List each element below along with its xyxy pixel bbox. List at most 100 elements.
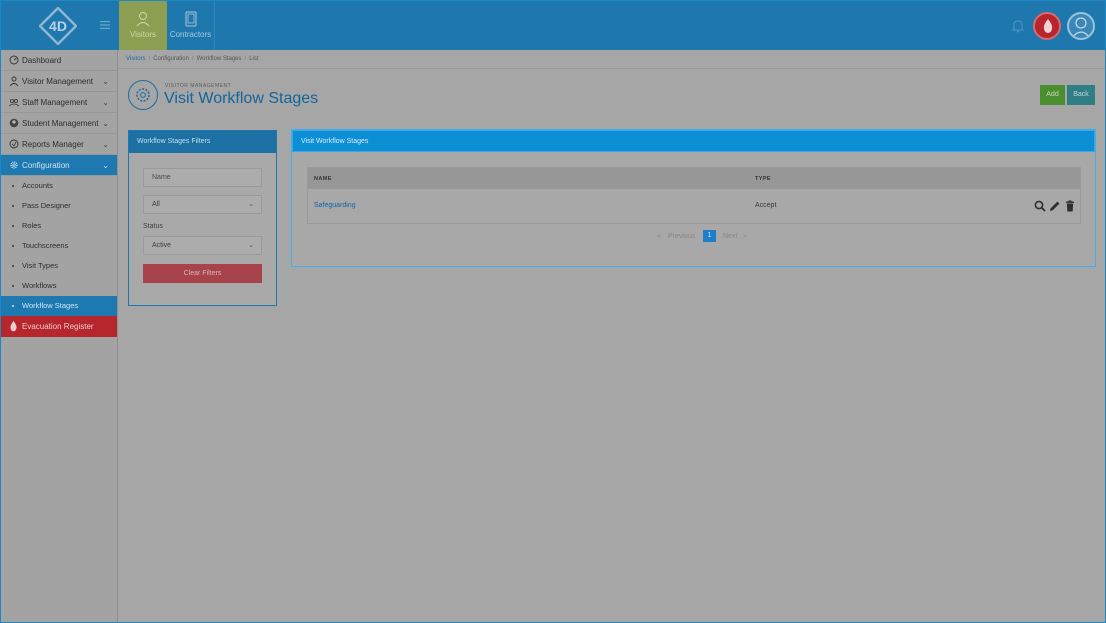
sidebar-sub-label: Roles — [22, 221, 42, 230]
sidebar-item-label: Student Management — [22, 119, 99, 128]
breadcrumb-separator: / — [148, 56, 151, 62]
sidebar-item-dashboard[interactable]: Dashboard — [1, 50, 117, 71]
reports-icon — [9, 139, 19, 149]
sidebar-sub-workflow-stages[interactable]: Workflow Stages — [1, 296, 117, 316]
logo-text: 4D — [49, 18, 67, 34]
sidebar-item-label: Reports Manager — [22, 140, 84, 149]
bullet-icon — [12, 265, 14, 267]
pager-next[interactable]: Next — [723, 233, 737, 240]
sidebar-item-visitor-management[interactable]: Visitor Management ⌄ — [1, 71, 117, 92]
sidebar-sub-label: Touchscreens — [22, 241, 69, 250]
dashboard-icon — [9, 55, 19, 65]
page-title: Visit Workflow Stages — [164, 90, 319, 107]
flame-icon — [10, 321, 17, 332]
sidebar-item-reports-manager[interactable]: Reports Manager ⌄ — [1, 134, 117, 155]
edit-pencil-icon[interactable] — [1049, 200, 1061, 212]
pager-next-arrow[interactable]: » — [743, 233, 747, 240]
sidebar: Dashboard Visitor Management ⌄ Staff Man… — [1, 50, 118, 622]
status-filter-label: Status — [143, 223, 163, 230]
evacuation-alert-button[interactable] — [1033, 12, 1061, 40]
user-icon — [1071, 17, 1091, 38]
sidebar-sub-label: Workflow Stages — [22, 301, 79, 310]
header-divider — [118, 68, 1105, 69]
student-icon — [9, 118, 19, 128]
bell-icon[interactable] — [1011, 18, 1025, 34]
type-filter-select[interactable]: All ⌄ — [143, 195, 262, 214]
chevron-down-icon: ⌄ — [102, 77, 109, 86]
pager-prev-arrow[interactable]: « — [657, 233, 661, 240]
chevron-down-icon: ⌄ — [102, 98, 109, 107]
status-filter-value: Active — [152, 242, 172, 249]
clear-filters-button[interactable]: Clear Filters — [143, 264, 262, 283]
tab-contractors[interactable]: Contractors — [167, 1, 215, 50]
sidebar-item-label: Evacuation Register — [22, 322, 94, 331]
page-gear-icon — [128, 80, 158, 110]
sidebar-item-label: Dashboard — [22, 56, 62, 65]
workflow-stages-panel: Visit Workflow Stages NAME TYPE Safeguar… — [291, 129, 1096, 267]
bullet-icon — [12, 185, 14, 187]
sidebar-sub-touchscreens[interactable]: Touchscreens — [1, 236, 117, 256]
visitor-icon — [9, 76, 19, 86]
tab-visitors[interactable]: Visitors — [119, 1, 167, 50]
pager-previous[interactable]: Previous — [668, 233, 695, 240]
sidebar-sub-accounts[interactable]: Accounts — [1, 176, 117, 196]
bullet-icon — [12, 245, 14, 247]
person-icon — [136, 12, 150, 27]
breadcrumb-configuration[interactable]: Configuration — [153, 56, 189, 62]
row-type: Accept — [755, 202, 777, 209]
sidebar-item-label: Configuration — [22, 161, 70, 170]
tab-visitors-label: Visitors — [129, 30, 157, 39]
row-name-link[interactable]: Safeguarding — [314, 202, 356, 209]
bullet-icon — [12, 205, 14, 207]
breadcrumb-workflow-stages[interactable]: Workflow Stages — [197, 56, 242, 62]
breadcrumb-visitors[interactable]: Visitors — [126, 56, 146, 62]
sidebar-sub-roles[interactable]: Roles — [1, 216, 117, 236]
logo[interactable]: 4D — [38, 6, 78, 46]
chevron-down-icon: ⌄ — [102, 140, 109, 149]
panel-title: Visit Workflow Stages — [292, 130, 1095, 152]
sidebar-item-student-management[interactable]: Student Management ⌄ — [1, 113, 117, 134]
sidebar-sub-label: Pass Designer — [22, 201, 71, 210]
menu-toggle-icon[interactable] — [100, 19, 112, 31]
tab-contractors-label: Contractors — [169, 30, 212, 39]
chevron-down-icon: ⌄ — [102, 119, 109, 128]
sidebar-sub-visit-types[interactable]: Visit Types — [1, 256, 117, 276]
sidebar-item-label: Staff Management — [22, 98, 88, 107]
name-filter-placeholder: Name — [152, 174, 171, 181]
breadcrumb-separator: / — [244, 56, 247, 62]
document-icon — [185, 11, 196, 27]
sidebar-sub-workflows[interactable]: Workflows — [1, 276, 117, 296]
user-avatar[interactable] — [1067, 12, 1095, 40]
table-row: Safeguarding Accept — [308, 189, 1080, 223]
chevron-down-icon: ⌄ — [248, 242, 254, 249]
sidebar-sub-pass-designer[interactable]: Pass Designer — [1, 196, 117, 216]
back-button[interactable]: Back — [1067, 85, 1095, 105]
page-subtitle: VISITOR MANAGEMENT — [165, 83, 232, 89]
bullet-icon — [12, 285, 14, 287]
flame-icon — [1043, 19, 1053, 33]
search-icon[interactable] — [1034, 200, 1046, 212]
add-button[interactable]: Add — [1040, 85, 1065, 105]
column-header-name[interactable]: NAME — [314, 176, 332, 182]
sidebar-sub-label: Visit Types — [22, 261, 58, 270]
workflow-stages-table: NAME TYPE Safeguarding Accept — [307, 167, 1081, 224]
sidebar-item-evacuation-register[interactable]: Evacuation Register — [1, 316, 117, 337]
breadcrumb: Visitors / Configuration / Workflow Stages / L… — [126, 56, 259, 62]
status-filter-select[interactable]: Active ⌄ — [143, 236, 262, 255]
bullet-icon — [12, 225, 14, 227]
trash-icon[interactable] — [1064, 200, 1076, 212]
filters-panel: Workflow Stages Filters Name All ⌄ Statu… — [128, 130, 277, 306]
sidebar-sub-label: Accounts — [22, 181, 53, 190]
gear-icon — [10, 161, 18, 169]
column-header-type[interactable]: TYPE — [755, 176, 771, 182]
breadcrumb-separator: / — [191, 56, 194, 62]
sidebar-item-staff-management[interactable]: Staff Management ⌄ — [1, 92, 117, 113]
staff-icon — [9, 99, 19, 107]
pager-current-page[interactable]: 1 — [703, 230, 716, 242]
table-header: NAME TYPE — [308, 168, 1080, 189]
breadcrumb-list: List — [249, 56, 259, 62]
name-filter-input[interactable]: Name — [143, 168, 262, 187]
sidebar-item-configuration[interactable]: Configuration ⌄ — [1, 155, 117, 176]
sidebar-item-label: Visitor Management — [22, 77, 93, 86]
top-bar: 4D Visitors Contractors — [1, 1, 1105, 50]
